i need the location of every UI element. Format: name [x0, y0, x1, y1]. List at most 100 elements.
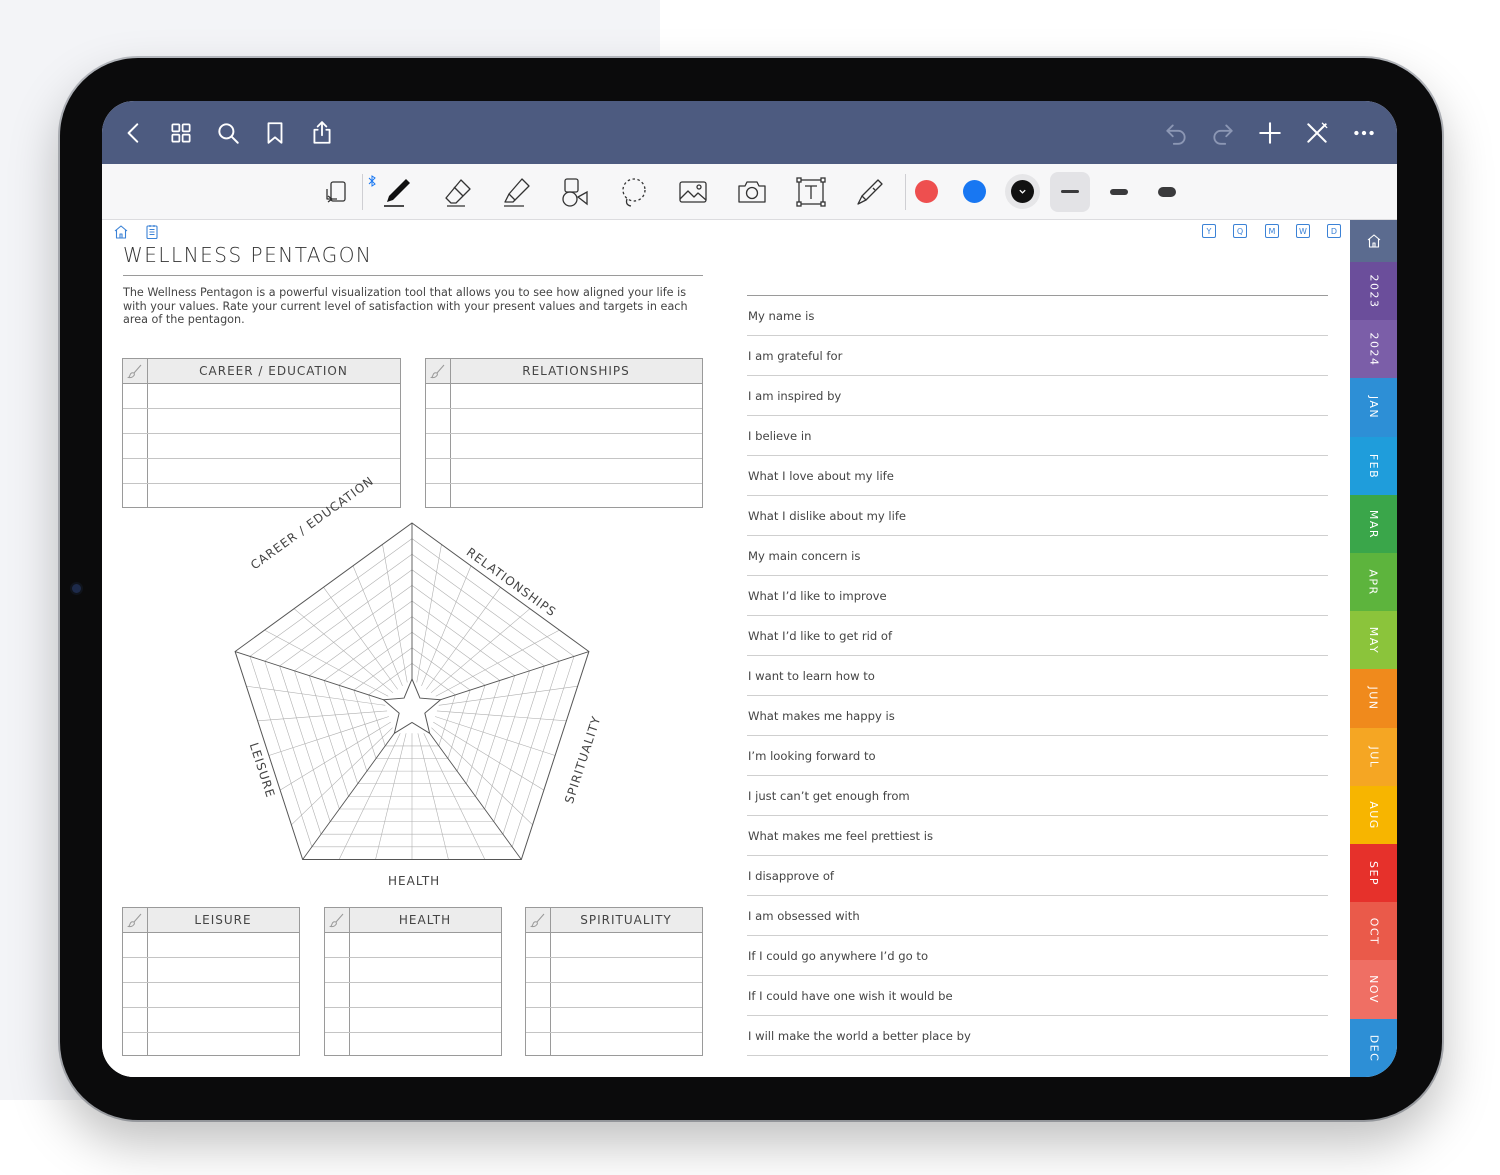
shapes-icon[interactable] [555, 173, 595, 211]
leisure-table[interactable]: LEISURE [122, 907, 300, 1056]
camera-icon[interactable] [732, 173, 772, 211]
prompt-line[interactable]: I will make the world a better place by [747, 1016, 1328, 1056]
pentagon-grid-spoke [433, 721, 545, 791]
share-icon[interactable] [302, 113, 342, 153]
grid-icon[interactable] [161, 113, 201, 153]
stroke-thin-selected[interactable] [1050, 172, 1090, 212]
side-tab-apr[interactable]: APR [1350, 553, 1397, 612]
prompt-label: If I could have one wish it would be [748, 989, 953, 1003]
table-row-line [526, 982, 702, 983]
prompt-line[interactable]: What I’d like to get rid of [747, 616, 1328, 656]
prompt-line[interactable]: I am obsessed with [747, 896, 1328, 936]
search-icon[interactable] [208, 113, 248, 153]
pentagon-axis [234, 651, 384, 701]
prompt-line[interactable]: What makes me happy is [747, 696, 1328, 736]
side-tab-jan[interactable]: JAN [1350, 378, 1397, 438]
pen-icon[interactable] [377, 173, 417, 211]
nav-day[interactable]: D [1327, 224, 1341, 238]
bookmark-icon[interactable] [255, 113, 295, 153]
read-mode-icon[interactable] [316, 173, 356, 211]
prompt-label: What I dislike about my life [748, 509, 907, 523]
column-divider [349, 932, 350, 1055]
table-row-line [526, 1032, 702, 1033]
highlighter-icon[interactable] [497, 173, 537, 211]
table-row-line [426, 483, 702, 484]
side-tab-jun[interactable]: JUN [1350, 669, 1397, 729]
prompt-line[interactable]: What makes me feel prettiest is [747, 816, 1328, 856]
close-pen-icon[interactable] [1297, 113, 1337, 153]
stroke-medium[interactable] [1099, 172, 1139, 212]
nav-quarter[interactable]: Q [1233, 224, 1247, 238]
image-icon[interactable] [673, 173, 713, 211]
prompt-line[interactable]: If I could have one wish it would be [747, 976, 1328, 1016]
side-tab-2023[interactable]: 2023 [1350, 262, 1397, 321]
prompt-label: I am grateful for [748, 349, 843, 363]
side-tab-nov[interactable]: NOV [1350, 960, 1397, 1020]
prompt-label: My name is [748, 309, 815, 323]
side-tab-2024[interactable]: 2024 [1350, 320, 1397, 380]
prompt-line[interactable]: What I’d like to improve [747, 576, 1328, 616]
color-swatch-blue[interactable] [963, 180, 986, 203]
prompt-line[interactable]: My main concern is [747, 536, 1328, 576]
toolbar-divider [362, 174, 363, 210]
stroke-medium-preview [1110, 189, 1128, 195]
wellness-pentagon-chart[interactable] [222, 513, 602, 883]
side-tab-may[interactable]: MAY [1350, 611, 1397, 671]
lasso-icon[interactable] [614, 173, 654, 211]
prompt-line[interactable]: I believe in [747, 416, 1328, 456]
prompt-line[interactable]: I want to learn how to [747, 656, 1328, 696]
stroke-thick[interactable] [1147, 172, 1187, 212]
nav-year[interactable]: Y [1202, 224, 1216, 238]
relationships-table[interactable]: RELATIONSHIPS [425, 358, 703, 508]
prompt-line[interactable]: If I could go anywhere I’d go to [747, 936, 1328, 976]
home-icon [1367, 234, 1380, 248]
eraser-icon[interactable] [438, 173, 478, 211]
spirituality-table[interactable]: SPIRITUALITY [525, 907, 703, 1056]
color-swatch-black [1011, 180, 1034, 203]
side-tab-aug[interactable]: AUG [1350, 785, 1397, 845]
side-tab-label: FEB [1366, 453, 1380, 479]
redo-icon[interactable] [1203, 113, 1243, 153]
table-row-line [123, 1032, 299, 1033]
prompt-line[interactable]: I disapprove of [747, 856, 1328, 896]
table-title: CAREER / EDUCATION [199, 364, 348, 378]
pentagon-grid-spoke [436, 710, 567, 722]
table-title: HEALTH [398, 913, 452, 927]
table-row-line [426, 433, 702, 434]
prompt-line[interactable]: What I love about my life [747, 456, 1328, 496]
prompt-line[interactable]: I just can’t get enough from [747, 776, 1328, 816]
add-icon[interactable] [1250, 113, 1290, 153]
prompt-label: What makes me feel prettiest is [748, 829, 934, 843]
prompt-line[interactable]: What I dislike about my life [747, 496, 1328, 536]
side-tab-home[interactable] [1350, 220, 1397, 262]
table-header: SPIRITUALITY [526, 908, 702, 933]
back-icon[interactable] [114, 113, 154, 153]
nav-month[interactable]: M [1265, 224, 1279, 238]
pentagon-center-star [382, 677, 442, 735]
health-table[interactable]: HEALTH [324, 907, 502, 1056]
table-row-line [325, 982, 501, 983]
table-header: LEISURE [123, 908, 299, 933]
prompt-line[interactable]: I am inspired by [747, 376, 1328, 416]
more-icon[interactable] [1344, 113, 1384, 153]
side-tab-sep[interactable]: SEP [1350, 844, 1397, 903]
table-row-line [325, 1032, 501, 1033]
prompt-line[interactable]: I’m looking forward to [747, 736, 1328, 776]
side-tab-feb[interactable]: FEB [1350, 436, 1397, 496]
notes-icon[interactable] [144, 224, 160, 240]
prompt-label: What I love about my life [748, 469, 894, 483]
color-swatch-black-selected[interactable] [1005, 174, 1040, 209]
side-tab-jul[interactable]: JUL [1350, 727, 1397, 787]
side-tab-dec[interactable]: DEC [1350, 1018, 1397, 1077]
nav-week[interactable]: W [1296, 224, 1310, 238]
home-icon[interactable] [113, 224, 129, 240]
side-tab-oct[interactable]: OCT [1350, 902, 1397, 962]
laser-pointer-icon[interactable] [850, 173, 890, 211]
prompt-line[interactable]: I am grateful for [747, 336, 1328, 376]
undo-icon[interactable] [1156, 113, 1196, 153]
prompt-line[interactable]: My name is [747, 296, 1328, 336]
prompt-label: I’m looking forward to [748, 749, 876, 763]
side-tab-mar[interactable]: MAR [1350, 494, 1397, 554]
color-swatch-red[interactable] [915, 180, 938, 203]
text-icon[interactable] [791, 173, 831, 211]
